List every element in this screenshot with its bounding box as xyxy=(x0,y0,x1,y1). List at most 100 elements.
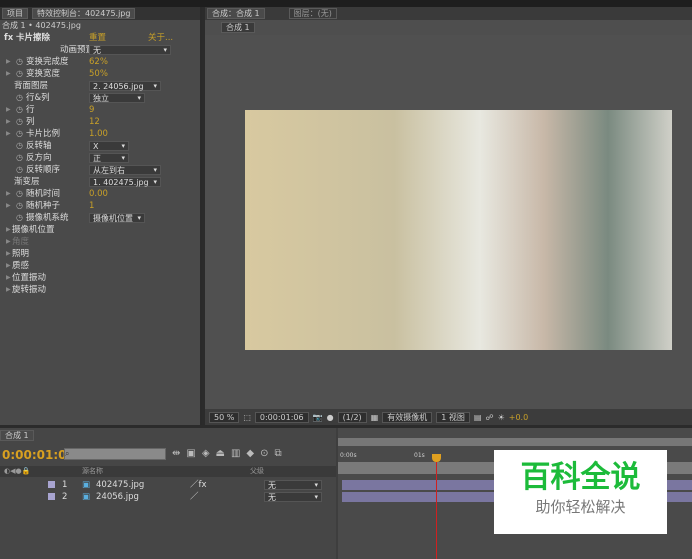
param-dropdown[interactable]: 独立 xyxy=(89,93,145,103)
param-row[interactable]: ▶ ◷ 卡片比例 1.00 xyxy=(0,128,195,140)
param-value[interactable]: 9 xyxy=(89,104,94,116)
param-row[interactable]: ▶ ◷ 随机种子 1 xyxy=(0,200,195,212)
param-dropdown[interactable]: 从左到右 xyxy=(89,165,161,175)
expand-triangle-icon[interactable]: ▶ xyxy=(6,200,11,212)
param-row[interactable]: ◷ 反转轴 X xyxy=(0,140,195,152)
layout-icon[interactable]: ▤ xyxy=(474,413,482,422)
param-dropdown[interactable]: 2. 24056.jpg xyxy=(89,81,161,91)
stopwatch-icon[interactable]: ◷ xyxy=(16,188,23,200)
camera-snapshot-icon[interactable]: 📷 xyxy=(313,413,323,422)
param-dropdown[interactable]: 1. 402475.jpg xyxy=(89,177,161,187)
exposure-value[interactable]: +0.0 xyxy=(509,413,528,422)
expand-triangle-icon[interactable]: ▶ xyxy=(6,104,11,116)
param-row[interactable]: 动画预置无 xyxy=(0,44,195,56)
stopwatch-icon[interactable]: ◷ xyxy=(16,128,23,140)
expand-triangle-icon[interactable]: ▶ xyxy=(6,128,11,140)
tab-effect-controls[interactable]: 特效控制台：402475.jpg xyxy=(32,8,136,19)
zoom-select[interactable]: 50 % xyxy=(209,411,240,423)
param-value[interactable]: 1 xyxy=(89,200,94,212)
param-row[interactable]: ▶ 角度 xyxy=(0,236,195,248)
expand-triangle-icon[interactable]: ▶ xyxy=(6,68,11,80)
stopwatch-icon[interactable]: ◷ xyxy=(16,212,23,224)
timeline-switches-icons[interactable]: ⇹▣◈⏏▥◆⊙⧉ xyxy=(172,448,288,459)
param-value[interactable]: 0.00 xyxy=(89,188,108,200)
flowchart-icon[interactable]: ☍ xyxy=(485,413,493,422)
composition-viewer[interactable] xyxy=(205,35,692,409)
expand-triangle-icon[interactable]: ▶ xyxy=(6,56,11,68)
param-row[interactable]: ▶ 旋转振动 xyxy=(0,284,195,296)
expand-triangle-icon[interactable]: ▶ xyxy=(6,272,11,284)
param-row[interactable]: ▶ ◷ 随机时间 0.00 xyxy=(0,188,195,200)
param-dropdown[interactable]: 摄像机位置 xyxy=(89,213,145,223)
param-dropdown[interactable]: X xyxy=(89,141,129,151)
stopwatch-icon[interactable]: ◷ xyxy=(16,92,23,104)
param-row[interactable]: ▶ 摄像机位置 xyxy=(0,224,195,236)
tab-timeline-comp[interactable]: 合成 1 xyxy=(0,430,34,441)
transparency-grid-icon[interactable]: ▦ xyxy=(371,413,379,422)
tab-layer[interactable]: 图层：(无) xyxy=(288,8,337,19)
param-row[interactable]: ◷ 摄像机系统 摄像机位置 xyxy=(0,212,195,224)
expand-triangle-icon[interactable]: ▶ xyxy=(6,224,11,236)
fx-switch-icon[interactable]: ／fx xyxy=(190,479,207,491)
stopwatch-icon[interactable]: ◷ xyxy=(16,104,23,116)
layer-row[interactable]: 1 ▣ 402475.jpg ／fx 无 xyxy=(0,479,336,491)
param-row[interactable]: ◷ 反转顺序 从左到右 xyxy=(0,164,195,176)
effect-header[interactable]: fx 卡片擦除 重置 关于... xyxy=(0,32,195,44)
tab-composition[interactable]: 合成：合成 1 xyxy=(207,8,265,19)
param-dropdown[interactable]: 正 xyxy=(89,153,129,163)
param-row[interactable]: ▶ 位置振动 xyxy=(0,272,195,284)
stopwatch-icon[interactable]: ◷ xyxy=(16,200,23,212)
param-row[interactable]: ▶ ◷ 行 9 xyxy=(0,104,195,116)
expand-triangle-icon[interactable]: ▶ xyxy=(6,248,11,260)
stopwatch-icon[interactable]: ◷ xyxy=(16,116,23,128)
stopwatch-icon[interactable]: ◷ xyxy=(16,140,23,152)
param-row[interactable]: ▶ ◷ 变换完成度 62% xyxy=(0,56,195,68)
parent-select[interactable]: 无 xyxy=(264,480,322,490)
fx-switch-icon[interactable]: ／ xyxy=(190,491,199,503)
label-color-swatch[interactable] xyxy=(48,493,55,500)
expand-triangle-icon[interactable]: ▶ xyxy=(6,260,11,272)
comp-breadcrumb-button[interactable]: 合成 1 xyxy=(221,22,255,33)
timecode-display[interactable]: 0:00:01:06 xyxy=(254,411,309,423)
playhead-line[interactable] xyxy=(436,454,437,559)
param-value[interactable]: 62% xyxy=(89,56,108,68)
tab-project[interactable]: 项目 xyxy=(2,8,28,19)
param-label: 行&列 xyxy=(26,93,50,103)
param-row[interactable]: 背面图层 2. 24056.jpg xyxy=(0,80,195,92)
stopwatch-icon[interactable]: ◷ xyxy=(16,164,23,176)
label-color-swatch[interactable] xyxy=(48,481,55,488)
stopwatch-icon[interactable]: ◷ xyxy=(16,56,23,68)
param-row[interactable]: ▶ 质感 xyxy=(0,260,195,272)
views-select[interactable]: 1 视图 xyxy=(436,411,470,423)
param-value[interactable]: 1.00 xyxy=(89,128,108,140)
parent-select[interactable]: 无 xyxy=(264,492,322,502)
param-row[interactable]: ◷ 反方向 正 xyxy=(0,152,195,164)
exposure-icon[interactable]: ☀ xyxy=(498,413,505,422)
playhead-handle[interactable] xyxy=(432,454,441,462)
expand-triangle-icon[interactable]: ▶ xyxy=(6,116,11,128)
about-link[interactable]: 关于... xyxy=(148,32,173,44)
param-row[interactable]: ▶ ◷ 列 12 xyxy=(0,116,195,128)
layer-row[interactable]: 2 ▣ 24056.jpg ／ 无 xyxy=(0,491,336,503)
param-row[interactable]: ▶ 照明 xyxy=(0,248,195,260)
param-row[interactable]: ▶ ◷ 变换宽度 50% xyxy=(0,68,195,80)
reset-link[interactable]: 重置 xyxy=(89,32,106,44)
color-channel-icon[interactable]: ● xyxy=(327,413,334,422)
param-value[interactable]: 50% xyxy=(89,68,108,80)
expand-triangle-icon[interactable]: ▶ xyxy=(6,236,11,248)
expand-triangle-icon[interactable]: ▶ xyxy=(6,284,11,296)
layer-name[interactable]: 402475.jpg xyxy=(96,479,144,491)
region-icon[interactable]: ⬚ xyxy=(243,413,251,422)
expand-triangle-icon[interactable]: ▶ xyxy=(6,188,11,200)
work-area-bar[interactable] xyxy=(338,438,692,446)
param-row[interactable]: 渐变层 1. 402475.jpg xyxy=(0,176,195,188)
stopwatch-icon[interactable]: ◷ xyxy=(16,68,23,80)
camera-select[interactable]: 有效摄像机 xyxy=(382,411,433,423)
param-dropdown[interactable]: 无 xyxy=(89,45,171,55)
param-value[interactable]: 12 xyxy=(89,116,100,128)
resolution-select[interactable]: (1/2) xyxy=(337,411,367,423)
param-row[interactable]: ◷ 行&列 独立 xyxy=(0,92,195,104)
layer-search-input[interactable]: ⌕ xyxy=(64,448,166,460)
stopwatch-icon[interactable]: ◷ xyxy=(16,152,23,164)
layer-name[interactable]: 24056.jpg xyxy=(96,491,139,503)
